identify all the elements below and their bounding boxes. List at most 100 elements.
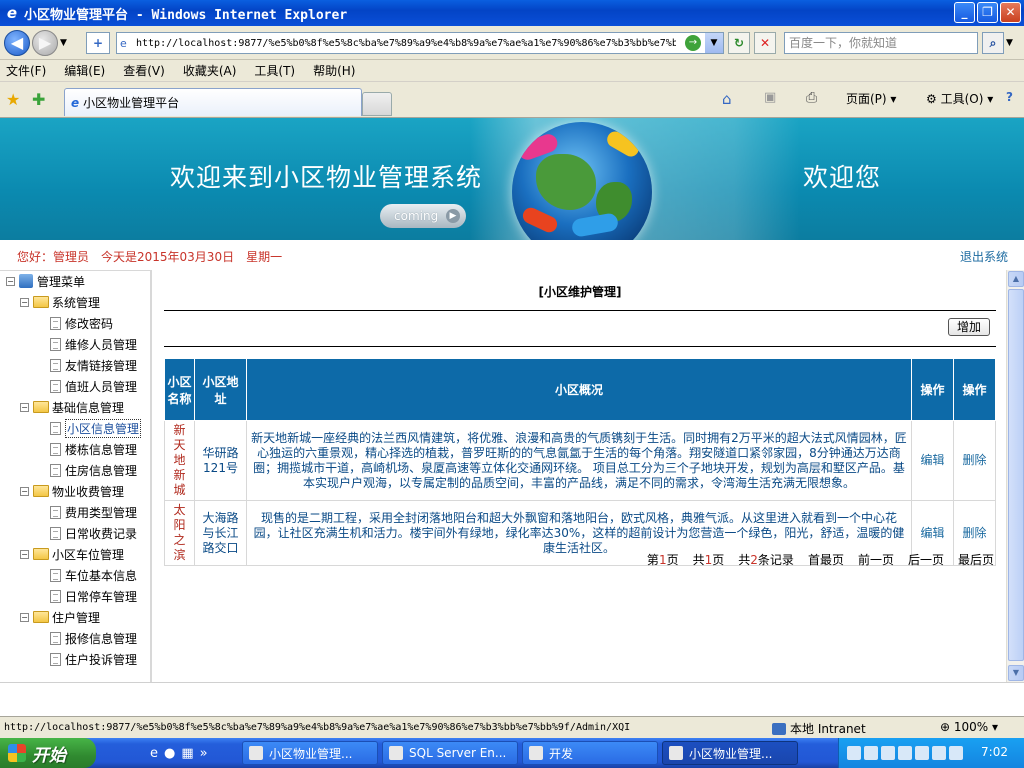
menu-favorites[interactable]: 收藏夹(A) bbox=[183, 62, 237, 79]
scroll-down-icon[interactable]: ▼ bbox=[1008, 665, 1024, 681]
tree-item-housing-info[interactable]: 住房信息管理 bbox=[50, 460, 137, 480]
search-input[interactable]: 百度一下，你就知道 bbox=[784, 32, 978, 54]
tray-icon[interactable] bbox=[915, 746, 929, 760]
tray-clock[interactable]: 7:02 bbox=[981, 745, 1008, 759]
collapse-icon[interactable]: − bbox=[6, 276, 15, 286]
pager-current-page: 第1页 bbox=[646, 553, 679, 567]
pager-prev-link[interactable]: 前一页 bbox=[858, 551, 894, 568]
document-icon bbox=[50, 337, 61, 351]
go-icon[interactable]: → bbox=[685, 35, 701, 51]
divider bbox=[164, 310, 996, 311]
menu-help[interactable]: 帮助(H) bbox=[313, 62, 355, 79]
add-button[interactable]: 增加 bbox=[948, 318, 990, 336]
address-url[interactable]: http://localhost:9877/%e5%b0%8f%e5%8c%ba… bbox=[136, 38, 676, 49]
address-input[interactable]: e http://localhost:9877/%e5%b0%8f%e5%8c%… bbox=[116, 32, 724, 54]
tray-icon[interactable] bbox=[864, 746, 878, 760]
tree-group-system[interactable]: − 系统管理 bbox=[20, 292, 100, 312]
help-button[interactable]: ? bbox=[1006, 90, 1013, 104]
tree-item-duty-staff[interactable]: 值班人员管理 bbox=[50, 376, 137, 396]
menu-tools[interactable]: 工具(T) bbox=[254, 62, 295, 79]
tools-menu-button[interactable]: ⚙ 工具(O) ▾ bbox=[926, 90, 993, 107]
back-button[interactable]: ◀ bbox=[4, 30, 30, 56]
tree-item-community-info[interactable]: 小区信息管理 bbox=[50, 418, 142, 438]
collapse-icon[interactable]: − bbox=[20, 612, 29, 622]
edit-link[interactable]: 编辑 bbox=[911, 420, 954, 501]
scroll-thumb[interactable] bbox=[1008, 289, 1024, 661]
tray-icon[interactable] bbox=[932, 746, 946, 760]
document-icon bbox=[50, 379, 61, 393]
tree-item-change-password[interactable]: 修改密码 bbox=[50, 313, 113, 333]
compat-view-icon[interactable]: + bbox=[86, 32, 110, 54]
quicklaunch-overflow-icon[interactable]: » bbox=[200, 746, 208, 761]
close-button[interactable]: ✕ bbox=[1000, 2, 1021, 23]
address-dropdown-icon[interactable]: ▼ bbox=[705, 33, 723, 53]
print-icon[interactable]: ⎙ bbox=[806, 90, 817, 106]
zoom-level[interactable]: ⊕ 100% ▾ bbox=[940, 720, 998, 734]
stop-button[interactable]: ✕ bbox=[754, 32, 776, 54]
delete-link[interactable]: 删除 bbox=[953, 420, 996, 501]
pager-first-link[interactable]: 首最页 bbox=[808, 551, 844, 568]
tree-root-label: 管理菜单 bbox=[37, 274, 86, 289]
tray-icon[interactable] bbox=[949, 746, 963, 760]
logout-link[interactable]: 退出系统 bbox=[960, 248, 1008, 265]
tree-item-links[interactable]: 友情链接管理 bbox=[50, 355, 137, 375]
tray-icon[interactable] bbox=[898, 746, 912, 760]
collapse-icon[interactable]: − bbox=[20, 297, 29, 307]
new-tab-button[interactable] bbox=[362, 92, 392, 116]
menu-view[interactable]: 查看(V) bbox=[123, 62, 165, 79]
taskbar-button-ie-1[interactable]: 小区物业管理... bbox=[242, 741, 378, 765]
tree-item-label: 小区信息管理 bbox=[65, 418, 142, 438]
taskbar-button-sql[interactable]: SQL Server En... bbox=[382, 741, 518, 765]
vertical-scrollbar[interactable]: ▲ ▼ bbox=[1006, 270, 1024, 682]
tree-group-basic-info[interactable]: − 基础信息管理 bbox=[20, 397, 124, 417]
pager-next-link[interactable]: 后一页 bbox=[908, 551, 944, 568]
windows-logo-icon bbox=[8, 744, 26, 762]
magnifier-icon: ⊕ bbox=[940, 720, 951, 734]
menu-file[interactable]: 文件(F) bbox=[6, 62, 46, 79]
tree-item-parking-info[interactable]: 车位基本信息 bbox=[50, 565, 137, 585]
tree-item-fee-types[interactable]: 费用类型管理 bbox=[50, 502, 137, 522]
collapse-icon[interactable]: − bbox=[20, 549, 29, 559]
taskbar-button-dev[interactable]: 开发 bbox=[522, 741, 658, 765]
scroll-up-icon[interactable]: ▲ bbox=[1008, 271, 1024, 287]
forward-button[interactable]: ▶ bbox=[32, 30, 58, 56]
start-button[interactable]: 开始 bbox=[0, 738, 96, 768]
ie-logo-icon: e bbox=[6, 4, 18, 22]
search-button[interactable]: ⌕ bbox=[982, 32, 1004, 54]
tree-root[interactable]: − 管理菜单 bbox=[6, 271, 85, 291]
maximize-button[interactable]: ❐ bbox=[977, 2, 998, 23]
tray-icon[interactable] bbox=[847, 746, 861, 760]
tree-group-fees[interactable]: − 物业收费管理 bbox=[20, 481, 124, 501]
media-quicklaunch-icon[interactable]: ● bbox=[164, 746, 175, 761]
tree-item-complaints[interactable]: 住户投诉管理 bbox=[50, 649, 137, 669]
page-menu-button[interactable]: 页面(P) ▾ bbox=[846, 90, 896, 107]
quick-launch: e ● ▦ » bbox=[150, 746, 208, 761]
tree-item-building-info[interactable]: 楼栋信息管理 bbox=[50, 439, 137, 459]
home-icon[interactable]: ⌂ bbox=[722, 90, 732, 108]
tab-active[interactable]: e 小区物业管理平台 bbox=[64, 88, 362, 116]
pager-last-link[interactable]: 最后页 bbox=[958, 551, 994, 568]
tree-item-daily-parking[interactable]: 日常停车管理 bbox=[50, 586, 137, 606]
tree-group-residents[interactable]: − 住户管理 bbox=[20, 607, 100, 627]
folder-icon bbox=[33, 401, 49, 413]
minimize-button[interactable]: _ bbox=[954, 2, 975, 23]
menu-edit[interactable]: 编辑(E) bbox=[64, 62, 105, 79]
tree-item-repair-staff[interactable]: 维修人员管理 bbox=[50, 334, 137, 354]
search-dropdown-icon[interactable]: ▼ bbox=[1006, 38, 1013, 48]
community-table: 小区名称 小区地址 小区概况 操作 操作 新天地新城 华研路121号 新天地新城… bbox=[164, 358, 996, 566]
add-favorite-icon[interactable]: ✚ bbox=[32, 90, 45, 109]
favorites-star-icon[interactable]: ★ bbox=[6, 90, 20, 109]
tree-group-parking[interactable]: − 小区车位管理 bbox=[20, 544, 124, 564]
tree-item-repair-requests[interactable]: 报修信息管理 bbox=[50, 628, 137, 648]
collapse-icon[interactable]: − bbox=[20, 402, 29, 412]
collapse-icon[interactable]: − bbox=[20, 486, 29, 496]
feeds-icon[interactable]: ▣ bbox=[764, 90, 776, 105]
taskbar-button-ie-2[interactable]: 小区物业管理... bbox=[662, 741, 798, 765]
desktop-quicklaunch-icon[interactable]: ▦ bbox=[181, 746, 193, 761]
ie-quicklaunch-icon[interactable]: e bbox=[150, 746, 158, 761]
coming-button[interactable]: coming ▶ bbox=[380, 204, 466, 228]
tray-icon[interactable] bbox=[881, 746, 895, 760]
refresh-button[interactable]: ↻ bbox=[728, 32, 750, 54]
history-dropdown-icon[interactable]: ▼ bbox=[60, 38, 67, 48]
tree-item-fee-records[interactable]: 日常收费记录 bbox=[50, 523, 137, 543]
